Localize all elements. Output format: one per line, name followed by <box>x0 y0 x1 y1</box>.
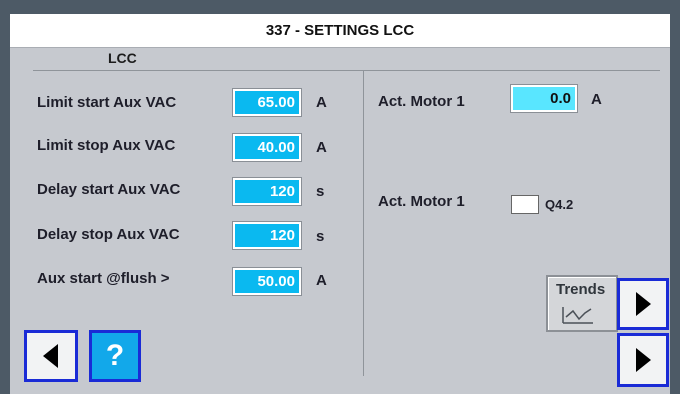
limit-stop-aux-vac-label: Limit stop Aux VAC <box>37 137 176 154</box>
act-motor-current-label: Act. Motor 1 <box>378 93 465 110</box>
delay-stop-aux-vac-label: Delay stop Aux VAC <box>37 226 180 243</box>
column-divider <box>363 70 364 376</box>
next-page-button[interactable] <box>617 333 669 387</box>
right-divider <box>363 70 660 71</box>
limit-stop-aux-vac-input[interactable]: 40.00 <box>232 133 302 162</box>
back-button[interactable] <box>24 330 78 382</box>
aux-start-flush-unit: A <box>316 272 327 289</box>
help-button[interactable]: ? <box>89 330 141 382</box>
section-label: LCC <box>108 50 137 66</box>
trends-label: Trends <box>556 281 606 298</box>
delay-start-aux-vac-unit: s <box>316 183 325 200</box>
limit-start-aux-vac-unit: A <box>316 94 327 111</box>
aux-start-flush-input[interactable]: 50.00 <box>232 267 302 296</box>
limit-stop-aux-vac-unit: A <box>316 139 327 156</box>
motor-status-indicator-label: Q4.2 <box>545 197 574 212</box>
delay-stop-aux-vac-unit: s <box>316 228 325 245</box>
act-motor-current-value: 0.0 <box>510 84 578 113</box>
triangle-right-icon <box>636 348 651 372</box>
trends-next-button[interactable] <box>617 278 669 330</box>
limit-start-aux-vac-input[interactable]: 65.00 <box>232 88 302 117</box>
delay-start-aux-vac-label: Delay start Aux VAC <box>37 181 181 198</box>
trends-button[interactable]: Trends <box>546 275 618 332</box>
limit-start-aux-vac-label: Limit start Aux VAC <box>37 94 177 111</box>
act-motor-status-label: Act. Motor 1 <box>378 193 465 210</box>
triangle-left-icon <box>43 344 58 368</box>
section-divider <box>33 70 363 71</box>
triangle-right-icon <box>636 292 651 316</box>
act-motor-current-unit: A <box>591 91 602 108</box>
window-title: 337 - SETTINGS LCC <box>10 14 670 48</box>
delay-start-aux-vac-input[interactable]: 120 <box>232 177 302 206</box>
aux-start-flush-label: Aux start @flush > <box>37 270 170 287</box>
trend-chart-icon <box>562 307 593 324</box>
delay-stop-aux-vac-input[interactable]: 120 <box>232 221 302 250</box>
motor-status-indicator <box>511 195 539 214</box>
